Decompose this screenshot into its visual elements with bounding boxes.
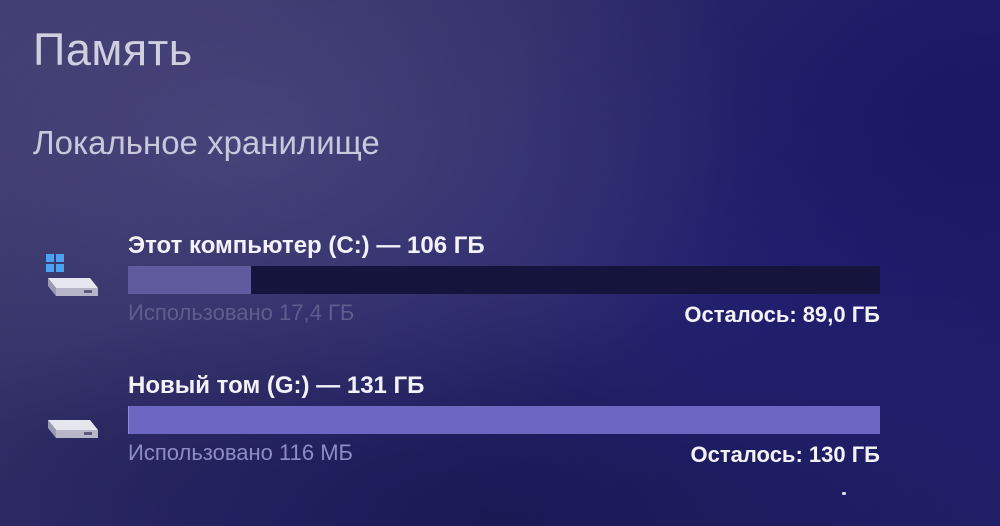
screen-speck — [842, 492, 846, 495]
drive-c-usage-bar — [128, 266, 880, 294]
section-title-local-storage: Локальное хранилище — [33, 124, 380, 161]
page-title: Память — [33, 24, 193, 75]
drive-c-used-text: Использовано 17,4 ГБ — [128, 300, 355, 325]
drive-g-usage-bar — [128, 406, 880, 434]
drive-item-g[interactable]: Новый том (G:) — 131 ГБ Использовано 116… — [0, 368, 1000, 478]
drive-c-usage-fill — [128, 266, 252, 294]
windows-drive-icon — [46, 254, 98, 296]
drive-icon — [48, 420, 98, 438]
drive-g-usage-fill — [128, 406, 129, 434]
drive-g-used-text: Использовано 116 МБ — [128, 440, 353, 465]
drive-g-free-text: Осталось: 130 ГБ — [690, 442, 881, 467]
drive-c-free-text: Осталось: 89,0 ГБ — [684, 302, 880, 327]
drive-g-name: Новый том (G:) — 131 ГБ — [128, 372, 425, 399]
drive-item-c[interactable]: Этот компьютер (C:) — 106 ГБ Использован… — [0, 228, 1000, 338]
drive-c-name: Этот компьютер (C:) — 106 ГБ — [128, 232, 485, 259]
